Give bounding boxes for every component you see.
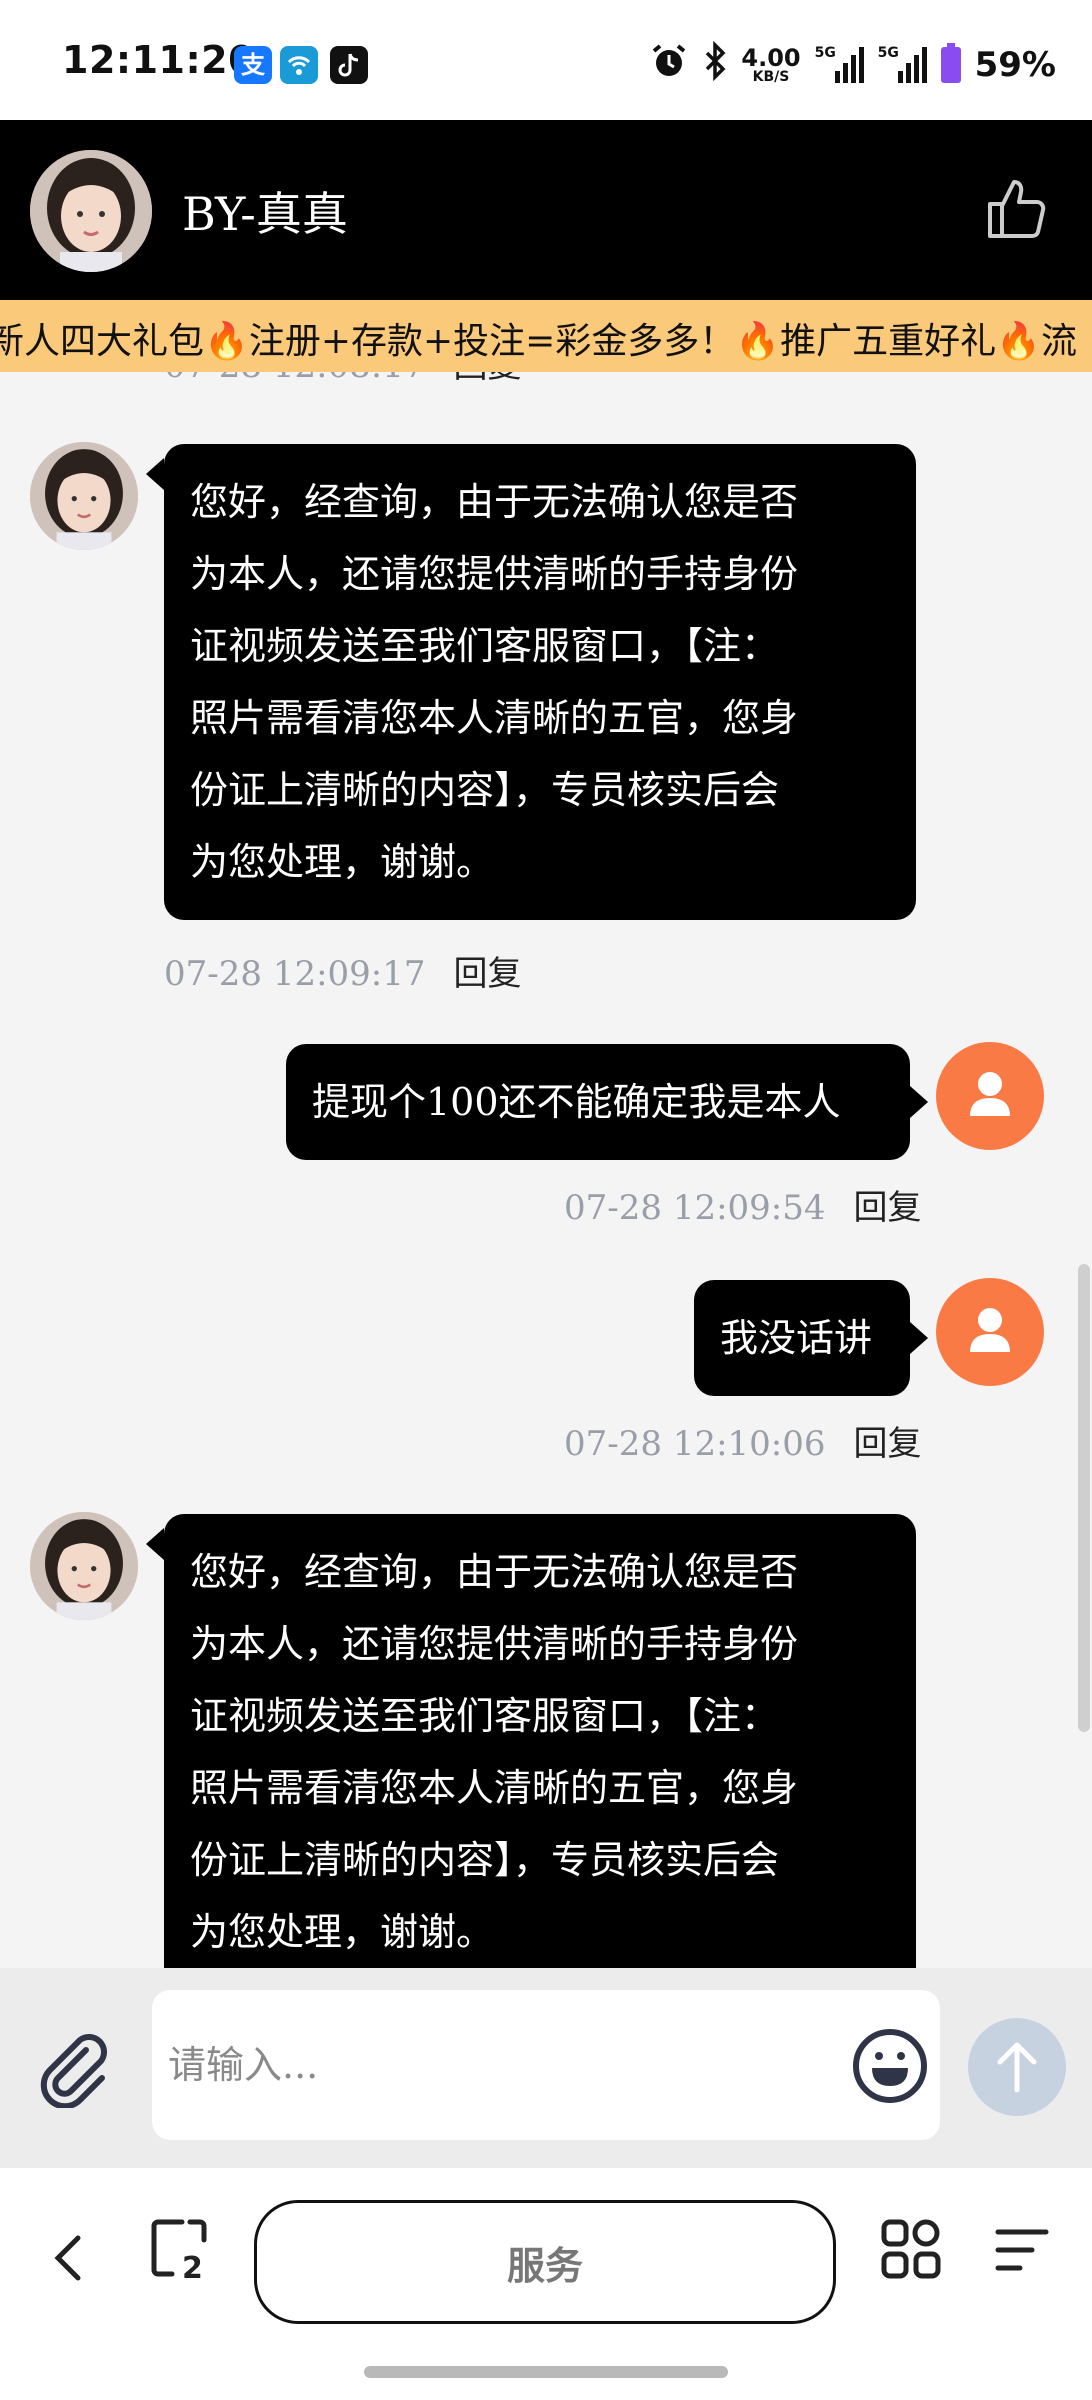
marquee-text: 新人四大礼包🔥注册+存款+投注=彩金多多！🔥推广五重好礼🔥流 xyxy=(0,321,1077,362)
agent-avatar[interactable] xyxy=(30,442,138,550)
message-bubble[interactable]: 提现个100还不能确定我是本人 xyxy=(286,1044,928,1160)
network-speed: 4.00 KB/S xyxy=(741,46,800,84)
reply-link[interactable]: 回复 xyxy=(854,1188,922,1228)
message-meta: 07-28 12:10:06 回复 xyxy=(564,1416,922,1465)
service-button[interactable]: 服务 xyxy=(254,2200,836,2324)
alarm-icon xyxy=(649,41,689,90)
agent-avatar[interactable] xyxy=(30,150,152,272)
user-avatar[interactable] xyxy=(936,1278,1044,1386)
signal-tag: 5G xyxy=(877,45,899,61)
message-text: 您好，经查询，由于无法确认您是否 为本人，还请您提供清晰的手持身份 证视频发送至… xyxy=(190,1550,799,1954)
reply-link[interactable]: 回复 xyxy=(454,372,522,386)
signal-tag: 5G xyxy=(814,45,836,61)
battery-percent: 59% xyxy=(974,45,1056,85)
message-text: 提现个100还不能确定我是本人 xyxy=(312,1080,841,1124)
apps-grid-icon[interactable] xyxy=(880,2218,942,2280)
reply-link[interactable]: 回复 xyxy=(854,1424,922,1464)
signal-icon: 5G xyxy=(877,45,927,83)
message-time: 07-28 12:09:17 xyxy=(164,954,426,994)
chat-title: BY-真真 xyxy=(182,187,348,241)
message-meta: 07-28 12:09:17 回复 xyxy=(164,946,522,995)
chat-header: BY-真真 xyxy=(0,120,1092,300)
scrollbar[interactable] xyxy=(1078,1264,1090,1732)
tiktok-icon xyxy=(330,46,368,84)
message-text: 您好，经查询，由于无法确认您是否 为本人，还请您提供清晰的手持身份 证视频发送至… xyxy=(190,480,799,884)
message-time: 07-28 12:10:06 xyxy=(564,1424,826,1464)
agent-avatar[interactable] xyxy=(30,1512,138,1620)
chat-message-list[interactable]: 07-28 12:08:17 回复 您好，经查询，由于无法确认您是否 为本人，还请… xyxy=(0,372,1092,1968)
network-speed-unit: KB/S xyxy=(752,69,790,85)
back-arrow-icon[interactable] xyxy=(46,2228,90,2288)
message-bubble[interactable]: 您好，经查询，由于无法确认您是否 为本人，还请您提供清晰的手持身份 证视频发送至… xyxy=(146,1514,916,1968)
emoji-icon[interactable] xyxy=(850,2026,930,2106)
message-bubble[interactable]: 我没话讲 xyxy=(694,1280,928,1396)
battery-icon xyxy=(940,43,961,83)
message-meta: 07-28 12:08:17 回复 xyxy=(164,372,522,387)
alipay-icon: 支 xyxy=(234,46,272,84)
tab-count: 2 xyxy=(182,2251,203,2280)
message-time: 07-28 12:08:17 xyxy=(164,372,426,386)
send-button[interactable] xyxy=(968,2018,1066,2116)
message-text: 我没话讲 xyxy=(720,1316,873,1360)
bluetooth-icon xyxy=(703,40,727,90)
network-speed-value: 4.00 xyxy=(741,44,801,72)
promo-marquee[interactable]: 新人四大礼包🔥注册+存款+投注=彩金多多！🔥推广五重好礼🔥流 xyxy=(0,300,1092,372)
reply-link[interactable]: 回复 xyxy=(454,954,522,994)
paperclip-icon[interactable] xyxy=(34,2028,114,2110)
thumb-up-icon[interactable] xyxy=(982,172,1054,244)
tabs-icon[interactable]: 2 xyxy=(148,2216,212,2286)
status-time: 12:11:20 xyxy=(62,38,256,82)
message-input[interactable] xyxy=(152,1990,940,2140)
message-time: 07-28 12:09:54 xyxy=(564,1188,826,1228)
user-avatar[interactable] xyxy=(936,1042,1044,1150)
home-indicator[interactable] xyxy=(364,2366,728,2378)
wifi-app-icon xyxy=(280,46,318,84)
message-input-bar xyxy=(0,1968,1092,2168)
signal-icon: 5G xyxy=(814,45,864,83)
menu-icon[interactable] xyxy=(994,2224,1050,2276)
message-meta: 07-28 12:09:54 回复 xyxy=(564,1180,922,1229)
message-bubble[interactable]: 您好，经查询，由于无法确认您是否 为本人，还请您提供清晰的手持身份 证视频发送至… xyxy=(146,444,916,920)
status-indicators: 4.00 KB/S 5G 5G 59% xyxy=(649,40,1056,90)
status-bar: 12:11:20 支 4.00 KB/S 5G 5G 59% xyxy=(0,0,1092,120)
